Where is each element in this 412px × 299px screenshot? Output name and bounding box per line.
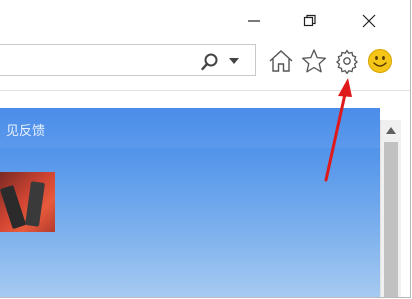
search-icon[interactable] xyxy=(200,52,220,72)
scroll-up-button[interactable] xyxy=(381,120,401,140)
phone-image-part xyxy=(25,181,45,227)
address-bar[interactable] xyxy=(0,44,256,76)
feedback-button[interactable] xyxy=(365,46,395,76)
scroll-up-arrow-icon xyxy=(386,126,396,134)
settings-gear-icon xyxy=(336,49,358,74)
phone-image-part xyxy=(0,184,27,230)
restore-button[interactable] xyxy=(295,10,325,32)
minimize-icon xyxy=(248,20,260,22)
page-content: 见反馈 xyxy=(0,108,380,297)
home-button[interactable] xyxy=(266,46,296,76)
dropdown-caret-icon[interactable] xyxy=(229,58,239,64)
banner-band xyxy=(0,108,380,148)
minimize-button[interactable] xyxy=(239,10,269,32)
vertical-scrollbar[interactable] xyxy=(380,120,401,297)
favorites-button[interactable] xyxy=(299,46,329,76)
feedback-banner-text[interactable]: 见反馈 xyxy=(6,120,45,139)
home-icon xyxy=(269,50,293,72)
close-button[interactable] xyxy=(354,10,384,32)
feedback-smiley-icon xyxy=(368,49,392,73)
settings-button[interactable] xyxy=(332,46,362,76)
close-icon xyxy=(362,14,376,28)
toolbar-divider xyxy=(0,90,410,91)
product-thumbnail[interactable] xyxy=(0,172,55,232)
favorites-star-icon xyxy=(301,49,327,73)
scrollbar-thumb[interactable] xyxy=(384,142,398,297)
restore-icon xyxy=(303,14,316,27)
title-bar xyxy=(0,0,410,38)
browser-window: 见反馈 xyxy=(0,0,411,298)
